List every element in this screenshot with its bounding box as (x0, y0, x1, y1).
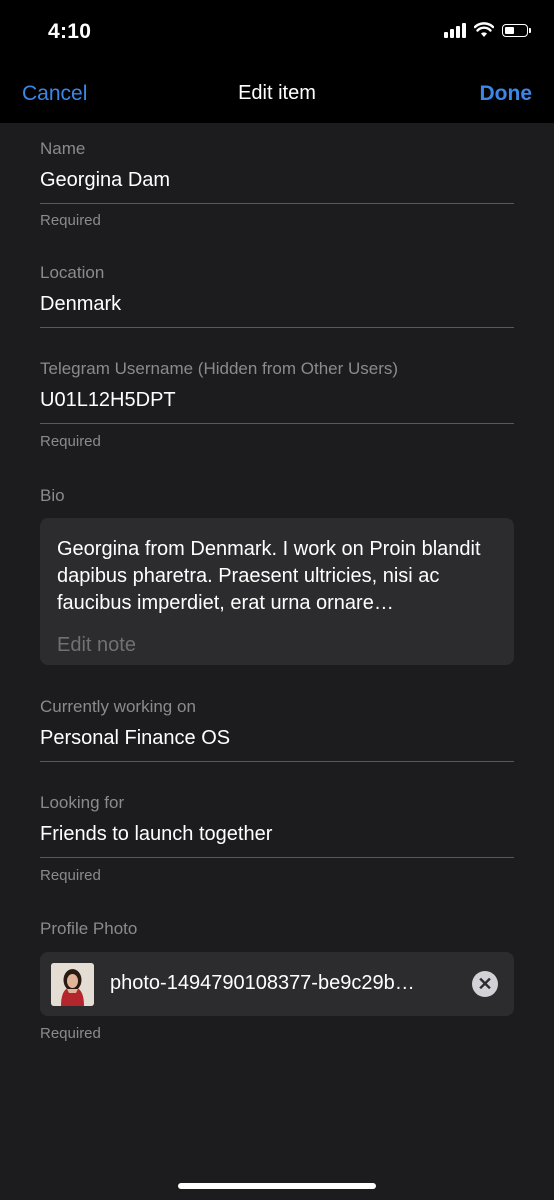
bio-textarea[interactable]: Georgina from Denmark. I work on Proin b… (40, 518, 514, 665)
looking-for-field[interactable]: Looking for Friends to launch together (40, 793, 514, 858)
telegram-label: Telegram Username (Hidden from Other Use… (40, 359, 399, 378)
name-underline (40, 203, 514, 204)
profile-photo-required-hint: Required (40, 1025, 101, 1042)
profile-photo-filename: photo-1494790108377-be9c29b… (110, 972, 415, 994)
status-bar: 4:10 (0, 0, 554, 68)
page-title: Edit item (238, 82, 316, 104)
bio-label: Bio (40, 486, 65, 505)
looking-for-input[interactable]: Friends to launch together (40, 823, 514, 846)
status-time: 4:10 (48, 20, 92, 43)
bio-text: Georgina from Denmark. I work on Proin b… (57, 538, 481, 614)
edit-note-placeholder[interactable]: Edit note (57, 634, 498, 657)
working-on-input[interactable]: Personal Finance OS (40, 727, 514, 750)
profile-photo-thumbnail[interactable] (51, 963, 94, 1006)
telegram-field[interactable]: Telegram Username (Hidden from Other Use… (40, 359, 514, 424)
looking-for-label: Looking for (40, 793, 125, 812)
close-circle-icon[interactable]: ✕ (472, 971, 498, 997)
looking-for-required-hint: Required (40, 867, 101, 884)
name-required-hint: Required (40, 212, 101, 229)
name-label: Name (40, 139, 86, 158)
location-underline (40, 327, 514, 328)
profile-photo-label: Profile Photo (40, 919, 138, 938)
home-indicator[interactable] (178, 1183, 376, 1189)
wifi-icon (474, 22, 494, 37)
done-button[interactable]: Done (480, 82, 533, 106)
name-field[interactable]: Name Georgina Dam (40, 139, 514, 204)
location-label: Location (40, 263, 105, 282)
navigation-bar: Cancel Edit item Done (0, 68, 554, 123)
telegram-required-hint: Required (40, 433, 101, 450)
telegram-input[interactable]: U01L12H5DPT (40, 389, 514, 412)
working-on-field[interactable]: Currently working on Personal Finance OS (40, 697, 514, 762)
profile-photo-attachment[interactable]: photo-1494790108377-be9c29b… ✕ (40, 952, 514, 1016)
working-on-underline (40, 761, 514, 762)
battery-icon (502, 23, 531, 37)
name-input[interactable]: Georgina Dam (40, 169, 514, 192)
status-icons (444, 22, 531, 38)
looking-for-underline (40, 857, 514, 858)
location-field[interactable]: Location Denmark (40, 263, 514, 328)
telegram-underline (40, 423, 514, 424)
working-on-label: Currently working on (40, 697, 196, 716)
cellular-signal-icon (444, 22, 466, 38)
location-input[interactable]: Denmark (40, 293, 514, 316)
